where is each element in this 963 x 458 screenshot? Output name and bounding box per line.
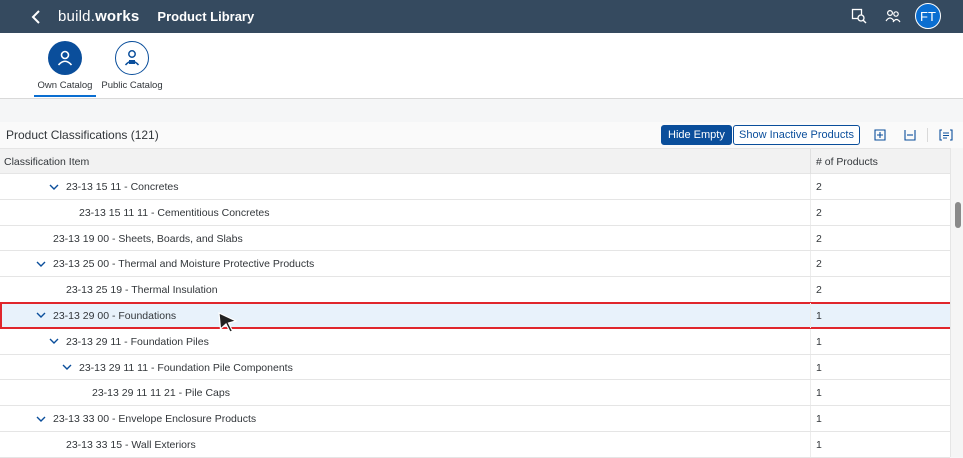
classification-item-name: 23-13 25 19 - Thermal Insulation	[66, 284, 218, 297]
product-count: 2	[816, 258, 822, 271]
collapse-row-button[interactable]	[35, 413, 47, 425]
table-title: Product Classifications (121)	[6, 128, 159, 142]
table-row-selected[interactable]: 23-13 29 00 - Foundations 1	[0, 301, 953, 329]
table-row[interactable]: 23-13 25 00 - Thermal and Moisture Prote…	[0, 251, 950, 278]
classification-item-name: 23-13 29 00 - Foundations	[53, 309, 177, 322]
classification-item-name: 23-13 29 11 - Foundation Piles	[66, 335, 209, 348]
collapse-row-button[interactable]	[35, 258, 47, 270]
table-row[interactable]: 23-13 29 11 11 21 - Pile Caps 1	[0, 380, 950, 407]
tab-public-catalog-label: Public Catalog	[101, 80, 163, 91]
user-group-button[interactable]	[881, 4, 905, 28]
chevron-down-icon	[36, 416, 46, 422]
product-count: 1	[816, 413, 822, 426]
classification-item-name: 23-13 33 00 - Envelope Enclosure Product…	[53, 413, 257, 426]
hide-empty-button[interactable]: Hide Empty	[661, 125, 732, 145]
table-row[interactable]: 23-13 33 00 - Envelope Enclosure Product…	[0, 406, 950, 432]
table-body: 23-13 15 11 - Concretes 2 23-13 15 11 11…	[0, 174, 953, 458]
table-row[interactable]: 23-13 29 11 - Foundation Piles 1	[0, 328, 950, 355]
table-row[interactable]: 23-13 29 11 11 - Foundation Pile Compone…	[0, 354, 950, 381]
chevron-down-icon	[36, 261, 46, 267]
product-classifications-panel: Product Classifications (121) Hide Empty…	[0, 122, 963, 458]
product-count: 1	[816, 361, 822, 374]
brand-logo[interactable]: build.works	[58, 8, 139, 25]
collapse-all-icon	[904, 130, 916, 141]
classification-item-name: 23-13 19 00 - Sheets, Boards, and Slabs	[53, 232, 243, 245]
app-title: Product Library	[157, 9, 255, 24]
toolbar-separator	[927, 128, 928, 142]
product-search-icon	[851, 8, 867, 24]
table-toolbar: Product Classifications (121) Hide Empty…	[0, 122, 963, 148]
product-count: 1	[816, 309, 822, 322]
collapse-row-button[interactable]	[48, 336, 60, 348]
tab-public-catalog[interactable]: Public Catalog	[97, 41, 167, 91]
chevron-left-icon	[31, 9, 40, 24]
chevron-down-icon	[36, 312, 46, 319]
classification-item-name: 23-13 15 11 - Concretes	[66, 181, 179, 193]
table-row[interactable]: 23-13 15 11 11 - Cementitious Concretes …	[0, 199, 950, 226]
product-count: 1	[816, 335, 822, 348]
show-inactive-products-button[interactable]: Show Inactive Products	[733, 125, 860, 145]
expand-all-icon	[874, 129, 886, 141]
chevron-down-icon	[49, 184, 59, 190]
column-settings-button[interactable]	[938, 127, 954, 143]
product-count: 2	[816, 284, 822, 297]
product-search-button[interactable]	[847, 4, 871, 28]
shell-bar: build.works Product Library FT	[0, 0, 963, 33]
user-icon	[57, 50, 73, 66]
classification-item-name: 23-13 25 00 - Thermal and Moisture Prote…	[53, 258, 315, 271]
chevron-down-icon	[49, 338, 59, 345]
classification-item-name: 23-13 15 11 11 - Cementitious Concretes	[79, 206, 270, 219]
classification-item-name: 23-13 29 11 11 - Foundation Pile Compone…	[79, 361, 293, 374]
collapse-all-button[interactable]	[902, 127, 918, 143]
expand-all-button[interactable]	[872, 127, 888, 143]
user-avatar[interactable]: FT	[915, 3, 941, 29]
column-header-classification-item[interactable]: Classification Item	[4, 156, 89, 168]
product-count: 2	[816, 181, 822, 193]
vertical-scrollbar[interactable]	[950, 148, 963, 457]
collapse-row-button[interactable]	[61, 362, 73, 374]
user-group-icon	[885, 9, 901, 23]
table-row[interactable]: 23-13 19 00 - Sheets, Boards, and Slabs …	[0, 225, 950, 252]
mouse-cursor-icon	[218, 312, 238, 333]
collapse-row-button[interactable]	[48, 181, 60, 193]
table-row[interactable]: 23-13 25 19 - Thermal Insulation 2	[0, 277, 950, 303]
table-row[interactable]: 23-13 15 11 - Concretes 2	[0, 174, 950, 200]
column-settings-icon	[939, 129, 953, 141]
classification-item-name: 23-13 33 15 - Wall Exteriors	[66, 438, 196, 451]
product-count: 1	[816, 387, 822, 400]
back-button[interactable]	[26, 7, 46, 27]
tab-own-catalog[interactable]: Own Catalog	[30, 41, 100, 97]
column-header-product-count[interactable]: # of Products	[816, 156, 878, 168]
collapse-row-button[interactable]	[35, 310, 47, 322]
product-count: 1	[816, 438, 822, 451]
table-header: Classification Item # of Products	[0, 148, 950, 175]
product-count: 2	[816, 206, 822, 219]
tab-own-catalog-label: Own Catalog	[37, 80, 93, 91]
scrollbar-thumb[interactable]	[955, 202, 961, 228]
product-count: 2	[816, 232, 822, 245]
catalog-switcher: Own Catalog Public Catalog	[0, 33, 963, 99]
table-row[interactable]: 23-13 33 15 - Wall Exteriors 1	[0, 431, 950, 458]
chevron-down-icon	[62, 364, 72, 371]
public-user-icon	[124, 50, 140, 66]
classification-item-name: 23-13 29 11 11 21 - Pile Caps	[92, 387, 230, 400]
active-tab-indicator	[34, 95, 96, 97]
